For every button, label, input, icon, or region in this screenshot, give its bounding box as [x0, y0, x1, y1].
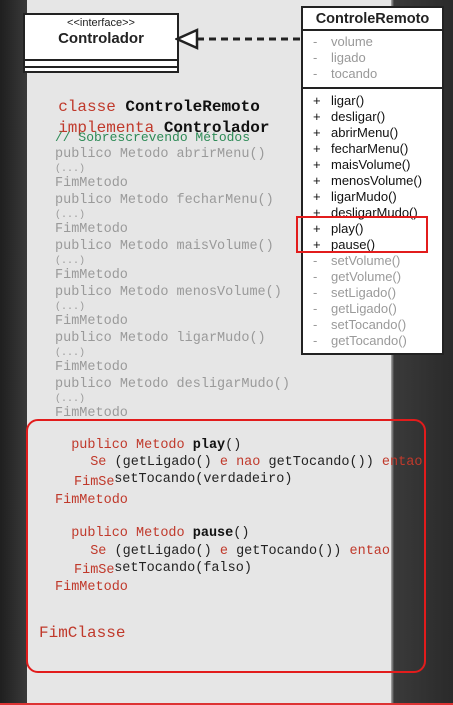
faded-method-header: publico Metodo fecharMenu() [55, 193, 274, 208]
faded-method-ellipsis: (...) [55, 256, 86, 267]
faded-method-ellipsis: (...) [55, 164, 86, 175]
method-row: + ligar() [313, 93, 365, 108]
faded-method-ellipsis: (...) [55, 302, 86, 313]
class-box: ControleRemoto - volume - ligado - tocando … [301, 6, 444, 355]
attribute-row: - volume [313, 34, 373, 49]
code-comment: // Sobrescrevendo Métodos [55, 130, 251, 145]
faded-method-header: publico Metodo menosVolume() [55, 285, 282, 300]
play-pause-highlight [296, 216, 428, 253]
class-attributes: - volume - ligado - tocando [303, 31, 442, 89]
interface-box: <<interface>> Controlador [23, 13, 179, 73]
interface-name: Controlador [58, 30, 144, 47]
method-row: + desligar() [313, 109, 386, 124]
pause-set-line: setTocando(falso) [114, 561, 252, 576]
method-row: + ligarMudo() [313, 189, 397, 204]
method-row: - getVolume() [313, 269, 402, 284]
method-row: - getTocando() [313, 333, 407, 348]
class-name: ControleRemoto [303, 8, 442, 31]
faded-method-end: FimMetodo [55, 176, 128, 191]
attribute-row: - tocando [313, 66, 378, 81]
faded-method-ellipsis: (...) [55, 210, 86, 221]
interface-divider [25, 59, 177, 61]
method-row: - setVolume() [313, 253, 401, 268]
interface-stereotype: <<interface>> [67, 17, 135, 29]
interface-divider [25, 66, 177, 68]
play-fimmetodo: FimMetodo [55, 493, 128, 508]
fim-classe: FimClasse [39, 624, 126, 642]
play-set-line: setTocando(verdadeiro) [114, 472, 293, 487]
method-row: + maisVolume() [313, 157, 411, 172]
method-row: + menosVolume() [313, 173, 423, 188]
play-fimse: FimSe [74, 475, 115, 490]
method-row: - getLigado() [313, 301, 397, 316]
faded-method-end: FimMetodo [55, 360, 128, 375]
faded-method-end: FimMetodo [55, 314, 128, 329]
faded-method-header: publico Metodo ligarMudo() [55, 331, 266, 346]
attribute-row: - ligado [313, 50, 366, 65]
method-row: - setTocando() [313, 317, 407, 332]
method-row: + fecharMenu() [313, 141, 409, 156]
method-row: - setLigado() [313, 285, 397, 300]
faded-method-end: FimMetodo [55, 222, 128, 237]
faded-method-ellipsis: (...) [55, 394, 86, 405]
realization-arrow [175, 28, 301, 50]
faded-method-header: publico Metodo desligarMudo() [55, 377, 290, 392]
pause-fimse: FimSe [74, 563, 115, 578]
faded-method-header: publico Metodo abrirMenu() [55, 147, 266, 162]
faded-method-ellipsis: (...) [55, 348, 86, 359]
method-row: + abrirMenu() [313, 125, 399, 140]
pause-fimmetodo: FimMetodo [55, 580, 128, 595]
faded-method-end: FimMetodo [55, 268, 128, 283]
faded-method-header: publico Metodo maisVolume() [55, 239, 274, 254]
